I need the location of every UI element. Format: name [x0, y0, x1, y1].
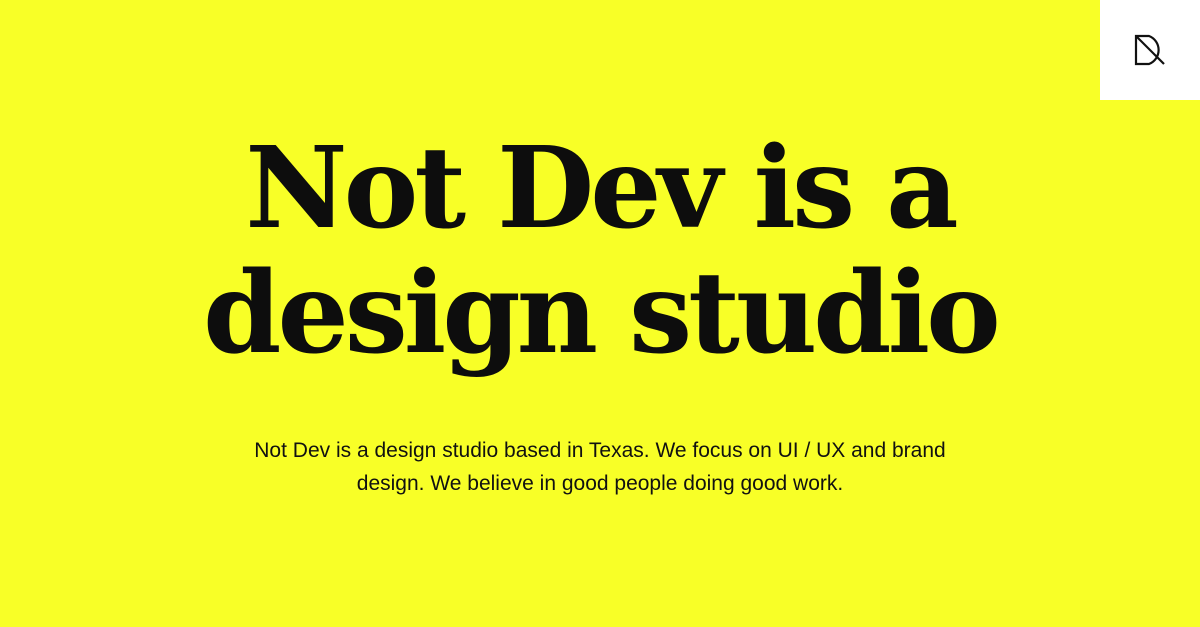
headline-line-2: design studio [203, 248, 1001, 379]
not-dev-logo-icon [1134, 34, 1165, 66]
headline-line-1: Not Dev is a [245, 123, 958, 254]
logo-box[interactable] [1100, 0, 1200, 100]
hero-description: Not Dev is a design studio based in Texa… [254, 439, 946, 495]
hero-headline: Not Dev is a design studio [0, 126, 1200, 376]
